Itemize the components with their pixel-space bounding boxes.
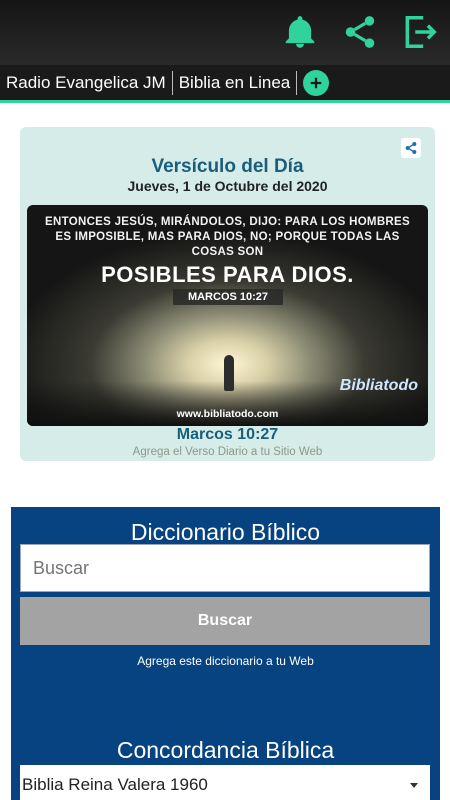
share-icon[interactable] — [401, 138, 421, 158]
verse-of-the-day-card: Versículo del Día Jueves, 1 de Octubre d… — [20, 127, 435, 461]
dictionary-search-button[interactable]: Buscar — [20, 597, 430, 645]
image-site-url: www.bibliatodo.com — [176, 408, 279, 420]
verse-title: Versículo del Día — [151, 156, 304, 177]
tab-bar: Radio Evangelica JM Biblia en Linea — [0, 65, 450, 103]
verse-reference[interactable]: Marcos 10:27 — [20, 426, 435, 444]
exit-icon[interactable] — [400, 12, 440, 52]
bell-icon[interactable] — [280, 12, 320, 52]
plus-circle-icon[interactable] — [303, 69, 330, 96]
image-verse-reference: MARCOS 10:27 — [173, 289, 283, 305]
dictionary-search-input[interactable] — [20, 544, 430, 592]
concordance-title: Concordancia Bíblica — [116, 737, 335, 763]
chevron-down-icon — [410, 783, 418, 788]
tab-radio-evangelica[interactable]: Radio Evangelica JM — [0, 73, 172, 93]
add-dictionary-link[interactable]: Agrega este diccionario a tu Web — [11, 654, 440, 668]
bible-version-select[interactable]: Biblia Reina Valera 1960 — [20, 765, 430, 800]
verse-date: Jueves, 1 de Octubre del 2020 — [127, 178, 328, 194]
verse-image[interactable]: ENTONCES JESÚS, MIRÁNDOLOS, DIJO: PARA L… — [27, 205, 428, 426]
person-silhouette — [224, 355, 234, 391]
top-app-bar — [0, 0, 450, 65]
image-verse-highlight: POSIBLES PARA DIOS. — [101, 262, 354, 287]
bibliatodo-logo: Bibliatodo — [339, 377, 418, 394]
bible-version-value: Biblia Reina Valera 1960 — [22, 775, 208, 794]
tab-divider — [296, 70, 298, 95]
dictionary-panel: Diccionario Bíblico Buscar Agrega este d… — [11, 507, 440, 800]
tab-biblia-en-linea[interactable]: Biblia en Linea — [173, 73, 297, 93]
dictionary-title: Diccionario Bíblico — [130, 519, 321, 545]
image-verse-text: ENTONCES JESÚS, MIRÁNDOLOS, DIJO: PARA L… — [45, 216, 410, 258]
add-verse-link[interactable]: Agrega el Verso Diario a tu Sitio Web — [20, 446, 435, 458]
share-icon[interactable] — [340, 12, 380, 52]
